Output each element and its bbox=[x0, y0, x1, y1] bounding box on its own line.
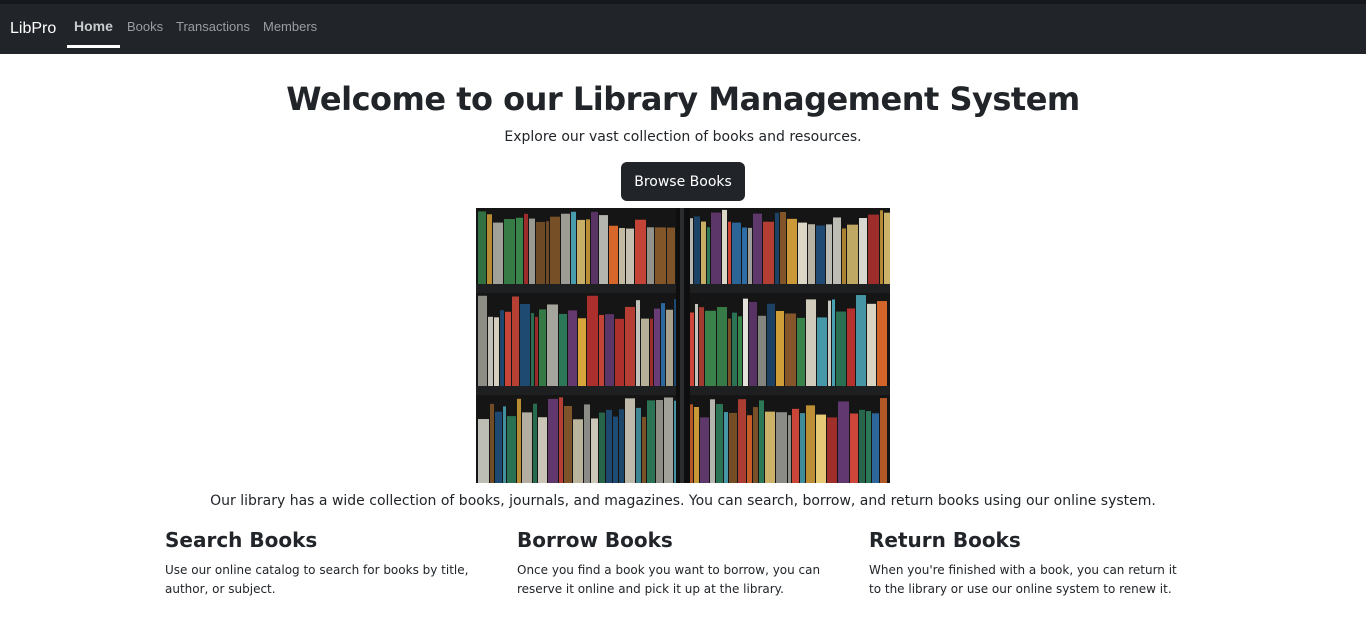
feature-text: Once you find a book you want to borrow,… bbox=[517, 563, 821, 596]
page-title: Welcome to our Library Management System bbox=[286, 80, 1080, 118]
page-subtitle: Explore our vast collection of books and… bbox=[504, 129, 862, 145]
feature-title: Borrow Books bbox=[517, 528, 673, 552]
browse-books-button[interactable]: Browse Books bbox=[621, 162, 745, 201]
navbar: LibPro Home Books Transactions Members bbox=[0, 4, 1366, 54]
active-tab-indicator bbox=[67, 45, 120, 48]
feature-return: Return Books When you're finished with a… bbox=[869, 528, 1189, 599]
feature-text: Use our online catalog to search for boo… bbox=[165, 563, 469, 596]
nav-link-home[interactable]: Home bbox=[74, 18, 113, 34]
feature-borrow: Borrow Books Once you find a book you wa… bbox=[517, 528, 837, 599]
nav-link-books[interactable]: Books bbox=[127, 19, 163, 34]
feature-title: Search Books bbox=[165, 528, 318, 552]
brand-logo[interactable]: LibPro bbox=[10, 20, 56, 38]
nav-link-members[interactable]: Members bbox=[263, 19, 317, 34]
bookshelf-photo bbox=[476, 208, 890, 483]
feature-text: When you're finished with a book, you ca… bbox=[869, 563, 1177, 596]
intro-text: Our library has a wide collection of boo… bbox=[210, 493, 1156, 509]
feature-title: Return Books bbox=[869, 528, 1021, 552]
feature-search: Search Books Use our online catalog to s… bbox=[165, 528, 485, 599]
nav-link-transactions[interactable]: Transactions bbox=[176, 19, 250, 34]
